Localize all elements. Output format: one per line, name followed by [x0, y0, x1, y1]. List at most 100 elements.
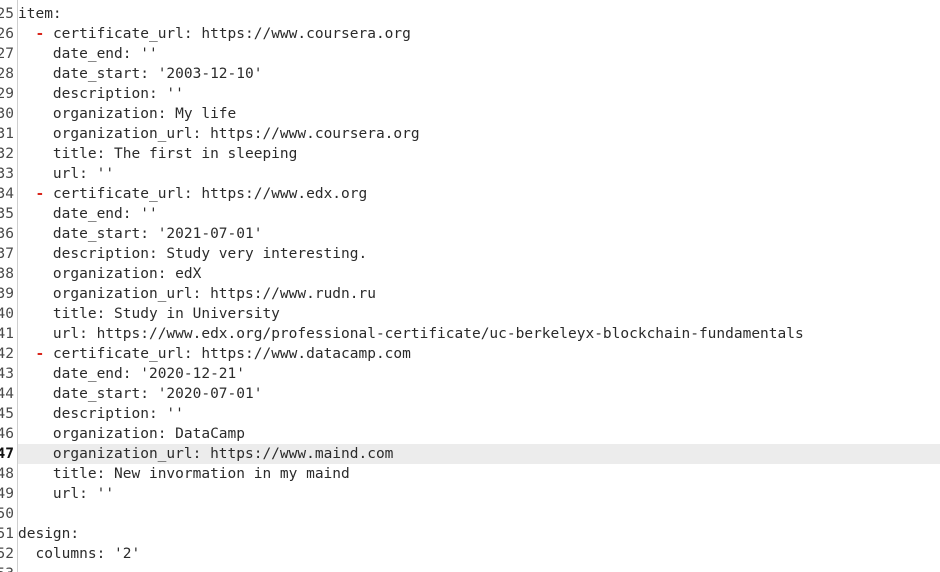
yaml-editor[interactable]: - - - - 25item:26 - certificate_url: htt…	[0, 0, 940, 572]
yaml-key: description	[52, 406, 149, 422]
yaml-key: organization_url	[52, 446, 193, 462]
yaml-key: organization	[52, 426, 158, 442]
line-text: item:	[18, 6, 62, 22]
line-text: title: New invormation in my maind	[52, 466, 350, 482]
line-number: 49	[0, 486, 14, 502]
yaml-value: https://www.coursera.org	[201, 26, 411, 42]
yaml-value: ''	[166, 86, 184, 102]
yaml-key: columns	[35, 546, 97, 562]
line-text: date_end: ''	[52, 46, 158, 62]
line-text: organization_url: https://www.maind.com	[52, 446, 394, 462]
yaml-value: edX	[175, 266, 202, 282]
code-line[interactable]: 43 date_end: '2020-12-21'	[0, 364, 940, 384]
code-line[interactable]: 27 date_end: ''	[0, 44, 940, 64]
code-line[interactable]: 32 title: The first in sleeping	[0, 144, 940, 164]
code-line[interactable]: 31 organization_url: https://www.courser…	[0, 124, 940, 144]
code-line[interactable]: 38 organization: edX	[0, 264, 940, 284]
yaml-key: date_start	[52, 66, 141, 82]
code-line[interactable]: 28 date_start: '2003-12-10'	[0, 64, 940, 84]
yaml-value: Study in University	[114, 306, 280, 322]
yaml-value: '2021-07-01'	[157, 226, 263, 242]
code-area[interactable]: 25 item: 26 - certificate_url: https://www…	[0, 4, 940, 572]
line-number: 50	[0, 506, 14, 522]
code-line[interactable]: 25 item:	[0, 4, 940, 24]
yaml-value: The first in sleeping	[114, 146, 298, 162]
code-line[interactable]: 53 ---	[0, 564, 940, 572]
code-line[interactable]: 40 title: Study in University	[0, 304, 940, 324]
line-text: organization_url: https://www.rudn.ru	[52, 286, 376, 302]
yaml-key: title	[52, 466, 97, 482]
yaml-key: certificate_url	[52, 186, 184, 202]
yaml-value: https://www.edx.org/professional-certifi…	[96, 326, 804, 342]
yaml-key: url	[52, 166, 80, 182]
code-line[interactable]: 39 organization_url: https://www.rudn.ru	[0, 284, 940, 304]
line-number: 26	[0, 26, 14, 42]
line-text: url: ''	[52, 166, 115, 182]
line-text: organization: DataCamp	[52, 426, 245, 442]
yaml-key: design	[18, 526, 71, 542]
yaml-value: ''	[140, 46, 158, 62]
code-line[interactable]: 41 url: https://www.edx.org/professional…	[0, 324, 940, 344]
line-number: 39	[0, 286, 14, 302]
list-item-dash: -	[35, 186, 53, 202]
yaml-key: description	[52, 246, 149, 262]
yaml-value: https://www.edx.org	[201, 186, 368, 202]
yaml-key: organization	[52, 106, 158, 122]
line-number: 52	[0, 546, 14, 562]
code-line[interactable]: 30 organization: My life	[0, 104, 940, 124]
code-line[interactable]: 33 url: ''	[0, 164, 940, 184]
code-line[interactable]: 44 date_start: '2020-07-01'	[0, 384, 940, 404]
yaml-key: date_start	[52, 386, 141, 402]
yaml-value: https://www.rudn.ru	[210, 286, 376, 302]
line-text: organization: edX	[52, 266, 202, 282]
code-line[interactable]: 36 date_start: '2021-07-01'	[0, 224, 940, 244]
yaml-key: title	[52, 146, 97, 162]
code-line[interactable]: 52 columns: '2'	[0, 544, 940, 564]
code-line[interactable]: 45 description: ''	[0, 404, 940, 424]
code-line-current[interactable]: 47 organization_url: https://www.maind.c…	[0, 444, 940, 464]
code-line[interactable]: 37 description: Study very interesting.	[0, 244, 940, 264]
code-line[interactable]: 26 - certificate_url: https://www.course…	[0, 24, 940, 44]
code-line[interactable]: 49 url: ''	[0, 484, 940, 504]
yaml-key: title	[52, 306, 97, 322]
line-number: 28	[0, 66, 14, 82]
code-line[interactable]: 29 description: ''	[0, 84, 940, 104]
line-number: 42	[0, 346, 14, 362]
line-text: organization_url: https://www.coursera.o…	[52, 126, 420, 142]
yaml-value: '2020-12-21'	[140, 366, 245, 382]
yaml-key: certificate_url	[52, 346, 184, 362]
code-line[interactable]: 48 title: New invormation in my maind	[0, 464, 940, 484]
line-number: 44	[0, 386, 14, 402]
list-item-dash: -	[35, 346, 53, 362]
line-number: 51	[0, 526, 14, 542]
line-number: 40	[0, 306, 14, 322]
yaml-key: date_start	[52, 226, 141, 242]
line-text: ---	[18, 564, 44, 572]
code-line[interactable]: 42 - certificate_url: https://www.dataca…	[0, 344, 940, 364]
yaml-key: certificate_url	[52, 26, 184, 42]
line-number: 25	[0, 6, 14, 22]
line-number: 31	[0, 126, 14, 142]
line-text: - certificate_url: https://www.edx.org	[35, 186, 368, 202]
yaml-value: New invormation in my maind	[114, 466, 350, 482]
yaml-value: DataCamp	[175, 426, 245, 442]
line-text: description: Study very interesting.	[52, 246, 368, 262]
line-text: - certificate_url: https://www.datacamp.…	[35, 346, 411, 362]
line-text: date_end: '2020-12-21'	[52, 366, 245, 382]
code-line[interactable]: 34 - certificate_url: https://www.edx.or…	[0, 184, 940, 204]
line-text: date_end: ''	[52, 206, 158, 222]
yaml-value: ''	[96, 486, 115, 502]
yaml-value: https://www.coursera.org	[210, 126, 420, 142]
yaml-value: '2020-07-01'	[157, 386, 263, 402]
yaml-key: date_end	[52, 366, 123, 382]
line-number: 41	[0, 326, 14, 342]
yaml-value: My life	[175, 106, 237, 122]
code-line[interactable]: 35 date_end: ''	[0, 204, 940, 224]
yaml-value: ''	[140, 206, 158, 222]
code-line[interactable]: 50	[0, 504, 940, 524]
yaml-key: date_end	[52, 206, 123, 222]
code-line[interactable]: 46 organization: DataCamp	[0, 424, 940, 444]
line-text: title: Study in University	[52, 306, 280, 322]
line-number: 33	[0, 166, 14, 182]
code-line[interactable]: 51 design:	[0, 524, 940, 544]
